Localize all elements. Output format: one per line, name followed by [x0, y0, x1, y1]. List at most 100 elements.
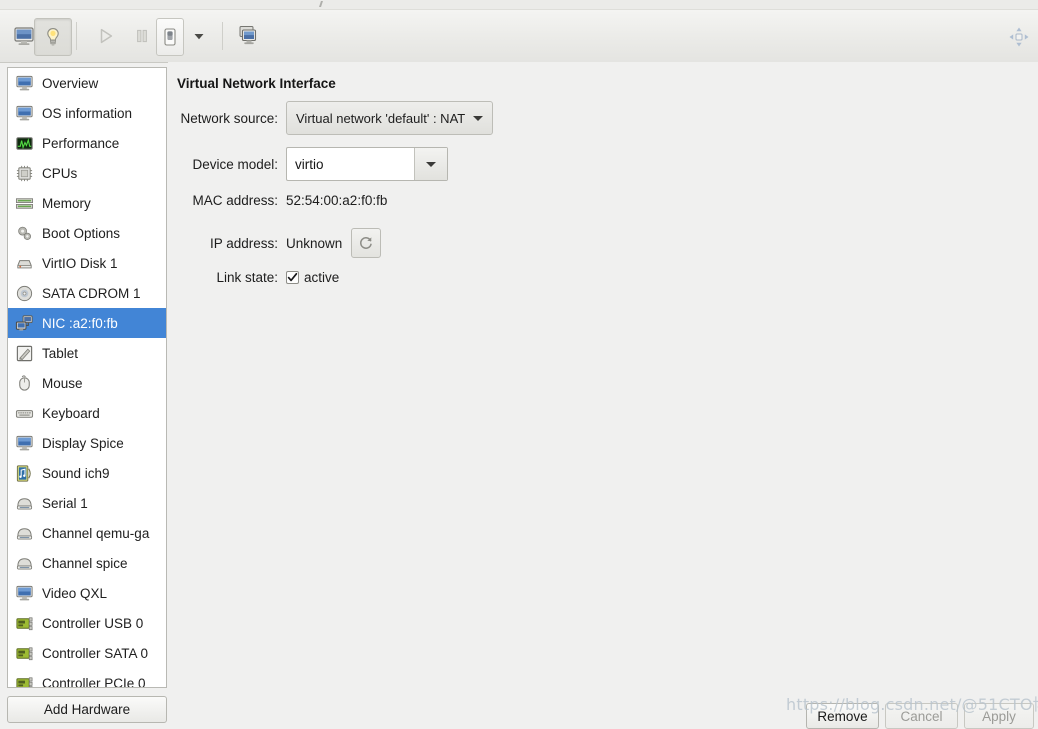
- sound-note-icon: [14, 463, 34, 483]
- page-title: Virtual Network Interface: [177, 76, 336, 91]
- snapshots-icon: [239, 26, 257, 45]
- sidebar-item-memory[interactable]: Memory: [8, 188, 166, 218]
- ip-address-label: IP address:: [209, 235, 278, 251]
- sidebar-item-sound-ich9[interactable]: Sound ich9: [8, 458, 166, 488]
- sidebar-item-label: NIC :a2:f0:fb: [42, 315, 118, 331]
- performance-graph-icon: [14, 133, 34, 153]
- monitor-icon: [14, 73, 34, 93]
- sidebar-item-label: Performance: [42, 135, 120, 151]
- serial-port-icon: [14, 493, 34, 513]
- device-model-dropdown-button[interactable]: [414, 148, 447, 180]
- chevron-down-icon: [194, 34, 204, 40]
- sidebar-item-label: Overview: [42, 75, 99, 91]
- run-button[interactable]: [88, 18, 124, 54]
- hard-disk-icon: [14, 253, 34, 273]
- sidebar-item-label: Tablet: [42, 345, 79, 361]
- keyboard-icon: [14, 403, 34, 423]
- mac-address-value: 52:54:00:a2:f0:fb: [286, 193, 388, 208]
- shutdown-button[interactable]: [156, 18, 184, 56]
- main-toolbar: [0, 10, 1038, 63]
- chevron-down-icon: [426, 161, 436, 167]
- cancel-label: Cancel: [900, 708, 943, 724]
- sidebar-item-label: Video QXL: [42, 585, 108, 601]
- sidebar-item-os-information[interactable]: OS information: [8, 98, 166, 128]
- sidebar-item-sata-cdrom-1[interactable]: SATA CDROM 1: [8, 278, 166, 308]
- device-detail-panel: Virtual Network Interface Network source…: [168, 62, 1038, 723]
- sidebar-item-label: Keyboard: [42, 405, 100, 421]
- sidebar-item-display-spice[interactable]: Display Spice: [8, 428, 166, 458]
- network-source-label: Network source:: [180, 110, 278, 126]
- apply-label: Apply: [982, 708, 1016, 724]
- shutdown-menu-button[interactable]: [186, 18, 212, 54]
- fullscreen-button[interactable]: [1008, 26, 1030, 51]
- optical-disc-icon: [14, 283, 34, 303]
- snapshots-button[interactable]: [230, 18, 266, 54]
- pause-button[interactable]: [124, 18, 160, 54]
- network-card-icon: [14, 313, 34, 333]
- controller-card-icon: [14, 673, 34, 687]
- sidebar-item-label: Memory: [42, 195, 91, 211]
- monitor-icon: [14, 27, 34, 45]
- hardware-list[interactable]: Overview OS information Performance CPUs…: [7, 67, 167, 688]
- device-model-combo[interactable]: virtio: [286, 147, 448, 181]
- chevron-down-icon: [473, 115, 484, 121]
- device-model-value: virtio: [295, 156, 324, 172]
- details-view-button[interactable]: [34, 18, 72, 56]
- lightbulb-icon: [47, 28, 59, 46]
- monitor-icon: [14, 103, 34, 123]
- cancel-button[interactable]: Cancel: [885, 703, 958, 729]
- sidebar-item-channel-qemu-ga[interactable]: Channel qemu-ga: [8, 518, 166, 548]
- checkmark-icon: [287, 272, 298, 282]
- sidebar-item-label: Mouse: [42, 375, 83, 391]
- sidebar-item-keyboard[interactable]: Keyboard: [8, 398, 166, 428]
- ip-address-value: Unknown: [286, 235, 343, 251]
- sidebar-item-label: SATA CDROM 1: [42, 285, 141, 301]
- link-state-label: Link state:: [216, 270, 278, 285]
- play-icon: [100, 28, 113, 44]
- sidebar-item-nic[interactable]: NIC :a2:f0:fb: [8, 308, 166, 338]
- network-source-combo[interactable]: Virtual network 'default' : NAT: [286, 101, 494, 135]
- sidebar-item-controller-sata-0[interactable]: Controller SATA 0: [8, 638, 166, 668]
- link-state-checkbox[interactable]: active: [286, 270, 339, 285]
- apply-button[interactable]: Apply: [964, 703, 1034, 729]
- power-switch-icon: [164, 28, 176, 46]
- refresh-icon: [360, 237, 373, 249]
- sidebar-item-controller-usb-0[interactable]: Controller USB 0: [8, 608, 166, 638]
- sidebar-item-channel-spice[interactable]: Channel spice: [8, 548, 166, 578]
- ip-refresh-button[interactable]: [351, 228, 382, 258]
- sidebar-item-label: CPUs: [42, 165, 78, 181]
- controller-card-icon: [14, 613, 34, 633]
- pause-icon: [137, 29, 147, 43]
- sidebar-item-virtio-disk-1[interactable]: VirtIO Disk 1: [8, 248, 166, 278]
- tablet-pen-icon: [14, 343, 34, 363]
- sidebar-item-boot-options[interactable]: Boot Options: [8, 218, 166, 248]
- sidebar-item-label: Controller SATA 0: [42, 645, 149, 661]
- window-top-strip: [0, 0, 1038, 10]
- sidebar-item-mouse[interactable]: Mouse: [8, 368, 166, 398]
- remove-button[interactable]: Remove: [806, 703, 879, 729]
- sidebar-item-label: VirtIO Disk 1: [42, 255, 118, 271]
- memory-stick-icon: [14, 193, 34, 213]
- title-artifact-mark: [319, 1, 323, 7]
- sidebar-item-serial-1[interactable]: Serial 1: [8, 488, 166, 518]
- serial-port-icon: [14, 553, 34, 573]
- sidebar-item-label: Channel qemu-ga: [42, 525, 150, 541]
- sidebar-item-overview[interactable]: Overview: [8, 68, 166, 98]
- add-hardware-button[interactable]: Add Hardware: [7, 696, 167, 723]
- remove-label: Remove: [817, 708, 868, 724]
- add-hardware-label: Add Hardware: [43, 702, 131, 717]
- sidebar-item-label: Boot Options: [42, 225, 121, 241]
- sidebar-item-video-qxl[interactable]: Video QXL: [8, 578, 166, 608]
- gears-icon: [14, 223, 34, 243]
- toolbar-separator-1: [76, 22, 77, 50]
- sidebar-item-performance[interactable]: Performance: [8, 128, 166, 158]
- controller-card-icon: [14, 643, 34, 663]
- sidebar-item-controller-pcie-0[interactable]: Controller PCIe 0: [8, 668, 166, 688]
- link-state-checkbox-label: active: [304, 270, 340, 285]
- sidebar-item-tablet[interactable]: Tablet: [8, 338, 166, 368]
- toolbar-separator-2: [222, 22, 223, 50]
- monitor-icon: [14, 433, 34, 453]
- sidebar-item-cpus[interactable]: CPUs: [8, 158, 166, 188]
- mac-address-label: MAC address:: [192, 193, 278, 208]
- sidebar-item-label: Controller PCIe 0: [42, 675, 146, 688]
